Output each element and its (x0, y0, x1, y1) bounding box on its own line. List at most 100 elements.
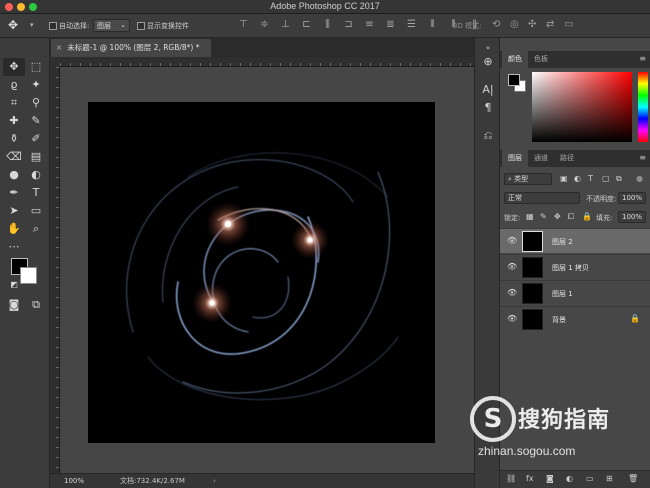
distribute-vcenter-icon[interactable]: ≣ (385, 19, 396, 30)
ruler-origin[interactable] (50, 57, 60, 67)
tab-layers[interactable]: 图层 (502, 150, 528, 167)
zoom-tool-icon[interactable]: ⌕ (25, 220, 47, 238)
layer-name[interactable]: 背景 (552, 315, 566, 325)
eyedropper-tool-icon[interactable]: ⚲ (25, 94, 47, 112)
lock-artboard-icon[interactable]: ⧠ (568, 212, 574, 222)
status-menu-arrow-icon[interactable]: › (213, 474, 216, 488)
close-tab-icon[interactable]: × (56, 43, 62, 52)
opacity-input[interactable]: 100% (618, 192, 646, 204)
align-bottom-icon[interactable]: ⊥ (280, 19, 291, 30)
filter-pixel-icon[interactable]: ▣ (560, 174, 568, 183)
visibility-eye-icon[interactable]: 👁 (507, 236, 517, 245)
new-layer-icon[interactable]: ⊞ (606, 474, 613, 483)
auto-select-checkbox[interactable] (49, 22, 57, 30)
add-mask-icon[interactable]: ◙ (546, 474, 554, 483)
paragraph-panel-icon[interactable]: ¶ (481, 101, 495, 115)
hand-tool-icon[interactable]: ✋ (3, 220, 25, 238)
more-tools-icon[interactable]: ⋯ (3, 238, 25, 256)
filter-type-icon[interactable]: T (588, 174, 593, 183)
layer-style-icon[interactable]: fx (526, 474, 534, 483)
lock-transparent-icon[interactable]: ▦ (526, 212, 534, 221)
marquee-tool-icon[interactable]: ⬚ (25, 58, 47, 76)
tab-swatches[interactable]: 色板 (528, 51, 554, 68)
3d-pan-icon[interactable]: ✣ (528, 19, 536, 30)
visibility-eye-icon[interactable]: 👁 (507, 288, 517, 297)
document-tab[interactable]: × 未标题-1 @ 100% (图层 2, RGB/8*) * (51, 39, 211, 57)
quick-mask-icon[interactable]: ◙ (3, 296, 25, 314)
filter-adjustment-icon[interactable]: ◐ (574, 174, 581, 183)
blur-tool-icon[interactable]: ● (3, 166, 25, 184)
align-left-icon[interactable]: ⊏ (301, 19, 312, 30)
layer-name[interactable]: 图层 2 (552, 237, 573, 247)
distribute-top-icon[interactable]: ≡ (364, 19, 375, 30)
layer-row[interactable]: 👁 背景 🔒 (500, 306, 650, 331)
panel-menu-icon[interactable]: ≡ (639, 54, 646, 63)
align-hcenter-icon[interactable]: ⫼ (322, 19, 333, 30)
layer-name[interactable]: 图层 1 (552, 289, 573, 299)
healing-brush-tool-icon[interactable]: ✚ (3, 112, 25, 130)
libraries-icon[interactable]: ⊕ (481, 55, 495, 69)
layer-row[interactable]: 👁 图层 2 (500, 228, 650, 253)
lock-position-icon[interactable]: ✥ (554, 212, 561, 221)
horizontal-ruler[interactable] (60, 57, 474, 67)
history-panel-icon[interactable]: ⎌ (481, 129, 495, 143)
path-selection-tool-icon[interactable]: ➤ (3, 202, 25, 220)
tab-color[interactable]: 颜色 (502, 51, 528, 68)
color-panel-foreground-swatch[interactable] (508, 74, 520, 86)
3d-scale-icon[interactable]: ▭ (564, 19, 573, 30)
adjustment-layer-icon[interactable]: ◐ (566, 474, 573, 483)
visibility-eye-icon[interactable]: 👁 (507, 262, 517, 271)
align-top-icon[interactable]: ⊤ (238, 19, 249, 30)
link-layers-icon[interactable]: ⛓ (506, 474, 516, 483)
zoom-level[interactable]: 100% (64, 474, 84, 488)
align-vcenter-icon[interactable]: ≑ (259, 19, 270, 30)
layers-panel-menu-icon[interactable]: ≡ (639, 153, 646, 162)
distribute-left-icon[interactable]: ⦀ (427, 19, 438, 30)
character-panel-icon[interactable]: A| (481, 83, 495, 97)
rectangle-tool-icon[interactable]: ▭ (25, 202, 47, 220)
brush-tool-icon[interactable]: ✎ (25, 112, 47, 130)
distribute-bottom-icon[interactable]: ☰ (406, 19, 417, 30)
crop-tool-icon[interactable]: ⌗ (3, 94, 25, 112)
lock-image-icon[interactable]: ✎ (540, 212, 547, 221)
layer-filter-dropdown[interactable]: ⌕ 类型 (504, 173, 552, 185)
3d-roll-icon[interactable]: ◎ (510, 19, 519, 30)
move-tool-icon[interactable]: ✥ (3, 58, 25, 76)
tool-preset-chevron-icon[interactable]: ▾ (30, 21, 34, 29)
new-group-icon[interactable]: ▭ (586, 474, 594, 483)
lasso-tool-icon[interactable]: ϱ (3, 76, 25, 94)
align-right-icon[interactable]: ⊐ (343, 19, 354, 30)
filter-toggle-icon[interactable]: ● (636, 174, 643, 183)
layer-name[interactable]: 图层 1 拷贝 (552, 263, 589, 273)
history-brush-tool-icon[interactable]: ✐ (25, 130, 47, 148)
default-colors-icon[interactable]: ◩ (3, 276, 25, 294)
type-tool-icon[interactable]: T (25, 184, 47, 202)
move-tool-icon[interactable]: ✥ (8, 18, 18, 32)
clone-stamp-tool-icon[interactable]: ⚱ (3, 130, 25, 148)
show-transform-checkbox[interactable] (137, 22, 145, 30)
vertical-ruler[interactable] (50, 67, 60, 473)
3d-slide-icon[interactable]: ⇄ (546, 19, 554, 30)
gradient-tool-icon[interactable]: ▤ (25, 148, 47, 166)
pen-tool-icon[interactable]: ✒ (3, 184, 25, 202)
lock-all-icon[interactable]: 🔒 (582, 212, 592, 221)
color-picker-field[interactable] (532, 72, 632, 142)
tab-paths[interactable]: 路径 (554, 150, 580, 167)
delete-layer-icon[interactable]: 🗑 (628, 474, 638, 483)
filter-shape-icon[interactable]: ▢ (602, 174, 610, 183)
screen-mode-icon[interactable]: ⧉ (25, 296, 47, 314)
tab-channels[interactable]: 通道 (528, 150, 554, 167)
auto-select-dropdown[interactable]: 图层 ⌄ (93, 19, 130, 32)
visibility-eye-icon[interactable]: 👁 (507, 314, 517, 323)
magic-wand-tool-icon[interactable]: ✦ (25, 76, 47, 94)
filter-smart-object-icon[interactable]: ⧉ (616, 174, 622, 184)
blend-mode-dropdown[interactable]: 正常 (504, 192, 580, 204)
collapse-panels-icon[interactable]: « (481, 41, 495, 55)
dodge-tool-icon[interactable]: ◐ (25, 166, 47, 184)
fill-input[interactable]: 100% (618, 211, 646, 223)
hue-slider[interactable] (638, 72, 648, 142)
document-canvas[interactable] (88, 102, 435, 443)
eraser-tool-icon[interactable]: ⌫ (3, 148, 25, 166)
layer-row[interactable]: 👁 图层 1 拷贝 (500, 254, 650, 279)
layer-row[interactable]: 👁 图层 1 (500, 280, 650, 305)
